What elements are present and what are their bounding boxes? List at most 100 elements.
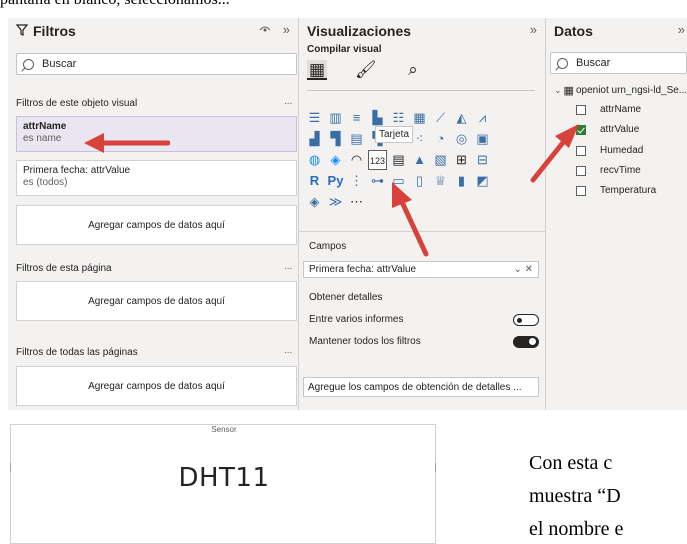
smart-narrative-icon[interactable]: ▯ [410,171,429,191]
search-icon [23,58,34,70]
area-chart-icon[interactable]: ◭ [452,108,471,128]
multi-row-card-icon[interactable]: ▤ [389,150,408,170]
filters-search-input[interactable]: Buscar [16,53,297,75]
search-icon [557,57,568,69]
line-chart-icon[interactable]: ⟋ [431,108,450,128]
stacked-area-chart-icon[interactable]: ⩘ [473,108,492,128]
card-visual-icon[interactable]: 123 [368,150,387,170]
card-title: Sensor [211,425,237,434]
keep-filters-toggle-row: Mantener todos los filtros [309,336,539,348]
fields-label: Campos [309,241,347,252]
field-checkbox[interactable] [576,185,586,196]
fields-well-value[interactable]: Primera fecha: attrValue ⌄ ✕ [303,261,539,278]
field-item-recvtime[interactable]: recvTime [576,165,641,176]
visualizations-header: Visualizaciones » [299,18,545,44]
power-apps-icon[interactable]: ◩ [473,171,492,191]
filter-field-name: attrName [23,121,67,132]
field-checkbox[interactable] [576,165,586,176]
python-visual-icon[interactable]: Py [326,171,345,191]
slicer-icon[interactable]: ▧ [431,150,450,170]
line-clustered-column-icon[interactable]: ▟ [305,129,324,149]
cross-report-toggle-row: Entre varios informes [309,314,539,326]
visual-tooltip: Tarjeta [375,126,414,143]
stacked-column-chart-icon[interactable]: ▥ [326,108,345,128]
filter-card-primera-fecha[interactable]: Primera fecha: attrValue es (todos) [16,160,297,196]
clustered-bar-chart-icon[interactable]: ≡ [347,108,366,128]
card-value: DHT11 [178,463,270,493]
data-search-input[interactable]: Buscar [550,52,687,74]
eye-icon[interactable] [259,22,271,37]
drillthrough-dropzone[interactable]: Agregue los campos de obtención de detal… [303,377,539,397]
cross-report-toggle[interactable] [513,314,539,326]
visual-type-gallery: ☰ ▥ ≡ ▙ ☷ ▦ ⟋ ◭ ⩘ ▟ ▜ ▤ ▚ ▼ ⁖ ◔ ◎ ▣ ◍ ◈ … [305,108,492,212]
field-checkbox[interactable] [576,145,586,156]
viz-section-divider [299,231,546,232]
donut-chart-icon[interactable]: ◎ [452,129,471,149]
r-visual-icon[interactable]: R [305,171,324,191]
more-options-icon[interactable]: ... [284,345,292,356]
100-stacked-column-icon[interactable]: ▦ [410,108,429,128]
chevron-down-icon: ⌄ [554,85,562,95]
qa-icon[interactable]: ▭ [389,171,408,191]
decomposition-tree-icon[interactable]: ⊶ [368,171,387,191]
field-item-attrvalue[interactable]: attrValue [576,124,639,135]
filter-field-value: es name [23,133,62,144]
table-icon[interactable]: ⊞ [452,150,471,170]
more-visuals-icon[interactable]: ⋯ [347,192,366,212]
format-visual-tab-icon[interactable]: 🖌 [355,60,377,80]
line-stacked-column-icon[interactable]: ▜ [326,129,345,149]
map-icon[interactable]: ◍ [305,150,324,170]
table-icon: ▦ [563,85,574,97]
kpi-icon[interactable]: ▲ [410,150,429,170]
100-stacked-bar-icon[interactable]: ☷ [389,108,408,128]
more-options-icon[interactable]: ... [284,96,292,107]
resize-handle[interactable] [10,463,11,472]
field-checkbox[interactable] [576,124,586,135]
drillthrough-label: Obtener detalles [309,292,383,303]
matrix-icon[interactable]: ⊟ [473,150,492,170]
power-automate-flow-icon[interactable]: ≫ [326,192,345,212]
document-text-line: el nombre e [529,518,624,540]
key-influencers-icon[interactable]: ⋮ [347,171,366,191]
all-pages-filters-label: Filtros de todas las páginas [16,347,138,358]
remove-field-icon[interactable]: ⌄ ✕ [513,264,533,275]
filled-map-icon[interactable]: ◈ [326,150,345,170]
goals-icon[interactable]: ♕ [431,171,450,191]
collapse-data-icon[interactable]: » [678,22,685,37]
page-add-fields-dropzone[interactable]: Agregar campos de datos aquí [16,281,297,321]
resize-handle[interactable] [435,463,436,472]
paginated-report-icon[interactable]: ▮ [452,171,471,191]
table-node[interactable]: ⌄ ▦ openiot urn_ngsi-ld_Se... [554,84,687,97]
field-item-temperatura[interactable]: Temperatura [576,185,656,196]
sensor-card-visual[interactable]: Sensor DHT11 [10,424,436,544]
treemap-icon[interactable]: ▣ [473,129,492,149]
stacked-bar-chart-icon[interactable]: ☰ [305,108,324,128]
collapse-visualizations-icon[interactable]: » [530,22,537,37]
field-item-humedad[interactable]: Humedad [576,145,643,156]
clustered-column-chart-icon[interactable]: ▙ [368,108,387,128]
field-item-attrname[interactable]: attrName [576,104,641,115]
filters-title: Filtros [33,23,76,39]
all-pages-add-fields-dropzone[interactable]: Agregar campos de datos aquí [16,366,297,406]
more-options-icon[interactable]: ... [284,261,292,272]
visual-filters-label: Filtros de este objeto visual [16,98,138,109]
keep-filters-toggle[interactable] [513,336,539,348]
ribbon-chart-icon[interactable]: ▤ [347,129,366,149]
document-text-top: pantalla en blanco, seleccionamos... [0,0,687,18]
build-visual-tab-icon[interactable]: ▦ [307,60,327,80]
gauge-icon[interactable]: ◠ [347,150,366,170]
data-header: Datos » [546,18,687,44]
collapse-filters-icon[interactable]: » [283,22,290,37]
power-automate-icon[interactable]: ◈ [305,192,324,212]
pie-chart-icon[interactable]: ◔ [431,129,450,149]
document-text-line: Con esta c [529,452,613,474]
filters-pane: Filtros » Buscar Filtros de este objeto … [8,18,299,410]
screenshot-root: pantalla en blanco, seleccionamos... Fil… [0,0,687,544]
visual-add-fields-dropzone[interactable]: Agregar campos de datos aquí [16,205,297,245]
data-pane: Datos » Buscar ⌄ ▦ openiot urn_ngsi-ld_S… [546,18,687,410]
document-text-line: muestra “D [529,485,621,507]
filters-header: Filtros » [8,18,298,44]
analytics-tab-icon[interactable]: ⌕ [403,60,423,80]
filter-card-attrname[interactable]: attrName es name [16,116,297,152]
field-checkbox[interactable] [576,104,586,115]
